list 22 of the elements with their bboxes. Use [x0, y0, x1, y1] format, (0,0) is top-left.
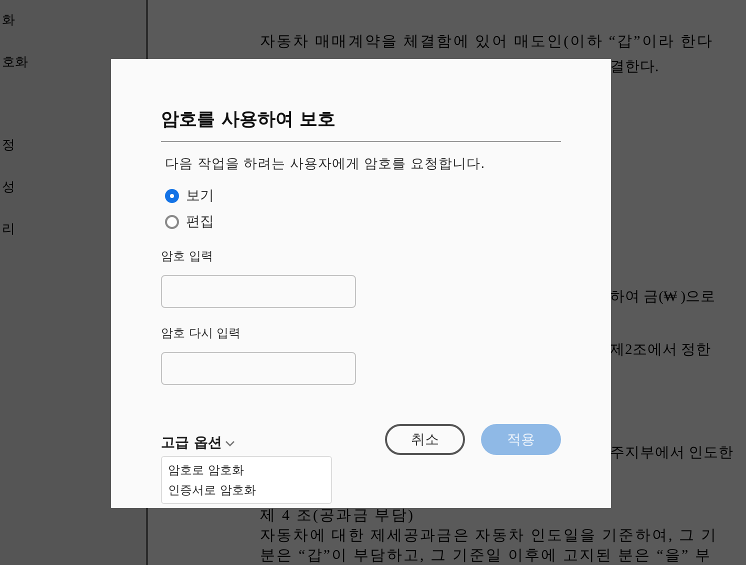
radio-label: 보기	[186, 187, 214, 205]
dialog-title: 암호를 사용하여 보호	[161, 107, 561, 142]
radio-option[interactable]: 보기	[165, 187, 214, 205]
document-text: 하여 금(₩ )으로	[610, 288, 716, 307]
radio-label: 편집	[186, 213, 214, 231]
document-text: 제 4 조(공과금 부담)	[260, 507, 415, 526]
cancel-button[interactable]: 취소	[385, 424, 465, 455]
document-text: 분은 “갑”이 부담하고, 그 기준일 이후에 고지된 분은 “을” 부	[260, 547, 712, 565]
field-label: 암호 다시 입력	[161, 325, 241, 342]
description-text: 다음 작업을 하려는 사용자에게 암호를 요청합니다.	[165, 155, 486, 173]
menu-item[interactable]: 인증서로 암호화	[162, 480, 331, 500]
document-text: 자동차에 대한 제세공과금은 자동차 인도일을 기준하여, 그 기	[260, 527, 718, 546]
document-text: 결한다.	[610, 58, 659, 77]
field-label: 암호 입력	[161, 248, 213, 265]
radio-option[interactable]: 편집	[165, 213, 214, 231]
document-text: 제2조에서 정한	[610, 341, 711, 360]
document-text: 주지부에서 인도한	[610, 444, 734, 463]
advanced-options-toggle[interactable]: 고급 옵션	[161, 434, 235, 452]
document-text: 자동차 매매계약을 체결함에 있어 매도인(이하 “갑”이라 한다	[260, 33, 714, 52]
password-field[interactable]	[161, 352, 356, 385]
menu-item[interactable]: 암호로 암호화	[162, 460, 331, 480]
password-field[interactable]	[161, 275, 356, 308]
